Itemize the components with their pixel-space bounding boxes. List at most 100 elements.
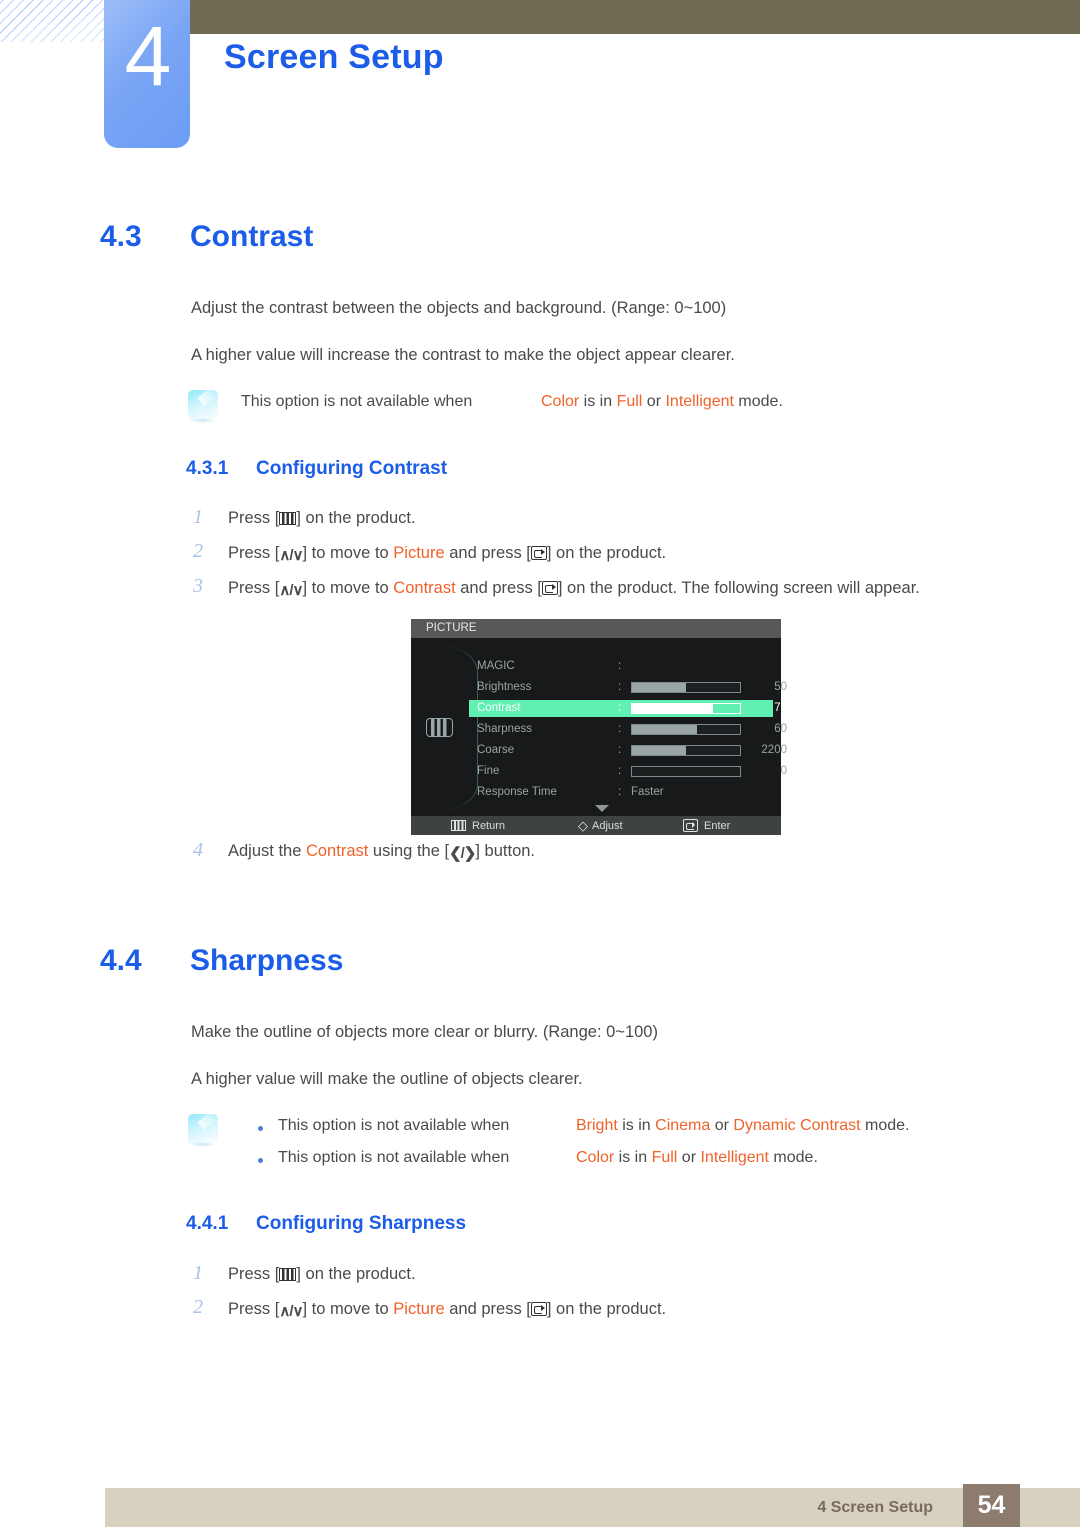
- scroll-down-arrow-icon[interactable]: [595, 805, 609, 812]
- contrast-note-text-6: mode.: [733, 393, 783, 410]
- header-bar: [180, 0, 1080, 34]
- osd-slider[interactable]: [631, 682, 741, 693]
- section-number: 4.4: [100, 944, 142, 977]
- step-text-a: Press [: [228, 544, 280, 562]
- osd-row-colon: :: [618, 723, 622, 735]
- subsection-title: Configuring Sharpness: [256, 1213, 467, 1234]
- menu-key-icon: [451, 820, 466, 831]
- step-number: 3: [193, 575, 203, 597]
- osd-row[interactable]: MAGIC :: [469, 658, 773, 675]
- contrast-note: This option is not available when: [241, 393, 472, 411]
- step-text: Press [∧/∨] to move to Picture and press…: [228, 544, 666, 564]
- osd-row[interactable]: Sharpness : 60: [469, 721, 787, 738]
- sharpness-note-2-term-3: Full: [651, 1149, 678, 1166]
- osd-row-colon: :: [618, 702, 622, 714]
- chapter-number: 4: [124, 9, 172, 103]
- sharpness-note-1-term-5: Dynamic Contrast: [733, 1117, 861, 1134]
- step-number: 2: [193, 540, 203, 562]
- contrast-note-modes: Color is in Full or Intelligent mode.: [541, 393, 783, 411]
- osd-row[interactable]: Brightness : 50: [469, 679, 787, 696]
- section-title: Sharpness: [190, 944, 344, 977]
- osd-row-colon: :: [618, 660, 622, 672]
- step-number: 1: [193, 506, 203, 528]
- section-title: Contrast: [190, 220, 314, 253]
- subsection-number: 4.3.1: [186, 458, 229, 479]
- enter-key-icon: [530, 546, 547, 560]
- sharpness-note-2-text-2: is in: [614, 1149, 652, 1166]
- osd-slider[interactable]: [631, 745, 741, 756]
- page-number-badge: 54: [963, 1484, 1020, 1527]
- osd-slider[interactable]: [631, 766, 741, 777]
- osd-row[interactable]: Coarse : 2200: [469, 742, 787, 759]
- sharpness-note-2-term-5: Intelligent: [700, 1149, 769, 1166]
- osd-slider[interactable]: [631, 703, 741, 714]
- osd-footer-enter[interactable]: Enter: [683, 816, 730, 835]
- step-text-b: ] to move to: [302, 579, 394, 597]
- sharpness-note-1-term-3: Cinema: [655, 1117, 711, 1134]
- osd-row-colon: :: [618, 765, 622, 777]
- step-highlight: Contrast: [305, 842, 369, 860]
- step-text: Adjust the Contrast using the [❮/❯] butt…: [228, 842, 535, 862]
- enter-key-icon: [541, 581, 558, 595]
- step-text-a: Press [: [228, 1265, 280, 1283]
- contrast-paragraph-1: Adjust the contrast between the objects …: [191, 299, 727, 317]
- osd-row-selected[interactable]: Contrast : 75: [469, 700, 787, 717]
- left-right-key-icon: ❮/❯: [449, 845, 476, 862]
- osd-row-label: Brightness: [477, 681, 532, 693]
- step-text: Press [∧/∨] to move to Contrast and pres…: [228, 579, 920, 599]
- osd-row-label: Sharpness: [477, 723, 532, 735]
- step-number: 1: [193, 1262, 203, 1284]
- contrast-paragraph-2: A higher value will increase the contras…: [191, 346, 735, 364]
- osd-row-colon: :: [618, 786, 622, 798]
- note-icon-shadow: [190, 1142, 216, 1147]
- osd-body: MAGIC : Brightness : 50 Contrast : 75 Sh…: [411, 638, 787, 816]
- contrast-note-text-4: or: [642, 393, 666, 410]
- sharpness-note-1: This option is not available when: [278, 1117, 509, 1135]
- osd-footer-return[interactable]: Return: [451, 816, 505, 835]
- step-text-c: and press [: [444, 544, 531, 562]
- osd-row-label: Fine: [477, 765, 500, 777]
- up-down-key-icon: ∧/∨: [279, 582, 303, 599]
- sharpness-paragraph-2: A higher value will make the outline of …: [191, 1070, 583, 1088]
- step-highlight: Contrast: [393, 579, 456, 597]
- sharpness-note-2-term-1: Color: [576, 1149, 615, 1166]
- osd-row-value: 2200: [761, 744, 787, 756]
- step-text-c: and press [: [455, 579, 542, 597]
- step-number: 2: [193, 1296, 203, 1318]
- sharpness-note-1-modes: Bright is in Cinema or Dynamic Contrast …: [576, 1117, 909, 1135]
- bullet-point: [258, 1126, 263, 1131]
- up-down-key-icon: ∧/∨: [279, 547, 303, 564]
- sharpness-note-2-lead: This option is not available when: [278, 1149, 510, 1166]
- osd-row-colon: :: [618, 744, 622, 756]
- section-number: 4.3: [100, 220, 142, 253]
- sharpness-note-1-text-4: or: [710, 1117, 734, 1134]
- osd-footer-return-label: Return: [472, 819, 506, 832]
- osd-footer-adjust[interactable]: ◇ Adjust: [578, 816, 623, 835]
- subsection-heading-configuring-contrast: 4.3.1 Configuring Contrast: [186, 458, 447, 480]
- osd-row[interactable]: Fine : 0: [469, 763, 787, 780]
- osd-slider-fill: [632, 746, 686, 755]
- step-text-d: ] on the product. The following screen w…: [557, 579, 920, 597]
- manual-page: 4 Screen Setup 4.3 Contrast Adjust the c…: [0, 0, 1080, 1527]
- contrast-note-term-1: Color: [541, 393, 580, 410]
- step-highlight: Picture: [393, 1300, 445, 1318]
- left-right-diamond-icon: ◇: [578, 817, 588, 833]
- section-heading-contrast: 4.3 Contrast: [100, 220, 313, 254]
- osd-row[interactable]: Response Time : Faster: [469, 784, 773, 801]
- step-text-c: ] button.: [475, 842, 536, 860]
- up-down-key-icon: ∧/∨: [279, 1303, 303, 1320]
- osd-screenshot: PICTURE MAGIC : Brightness : 50 Contrast…: [411, 619, 787, 835]
- sharpness-note-2: This option is not available when: [278, 1149, 509, 1167]
- sharpness-note-1-text-6: mode.: [860, 1117, 910, 1134]
- menu-key-icon: [279, 512, 297, 525]
- step-text-b: ] on the product.: [296, 509, 416, 527]
- osd-slider-fill: [632, 704, 713, 713]
- sharpness-note-1-text-2: is in: [617, 1117, 656, 1134]
- osd-row-value: 0: [780, 765, 787, 777]
- step-text: Press [ ] on the product.: [228, 509, 416, 528]
- osd-row-value: 50: [774, 681, 787, 693]
- step-text-a: Press [: [228, 509, 280, 527]
- osd-row-colon: :: [618, 681, 622, 693]
- osd-slider[interactable]: [631, 724, 741, 735]
- step-text-a: Press [: [228, 579, 280, 597]
